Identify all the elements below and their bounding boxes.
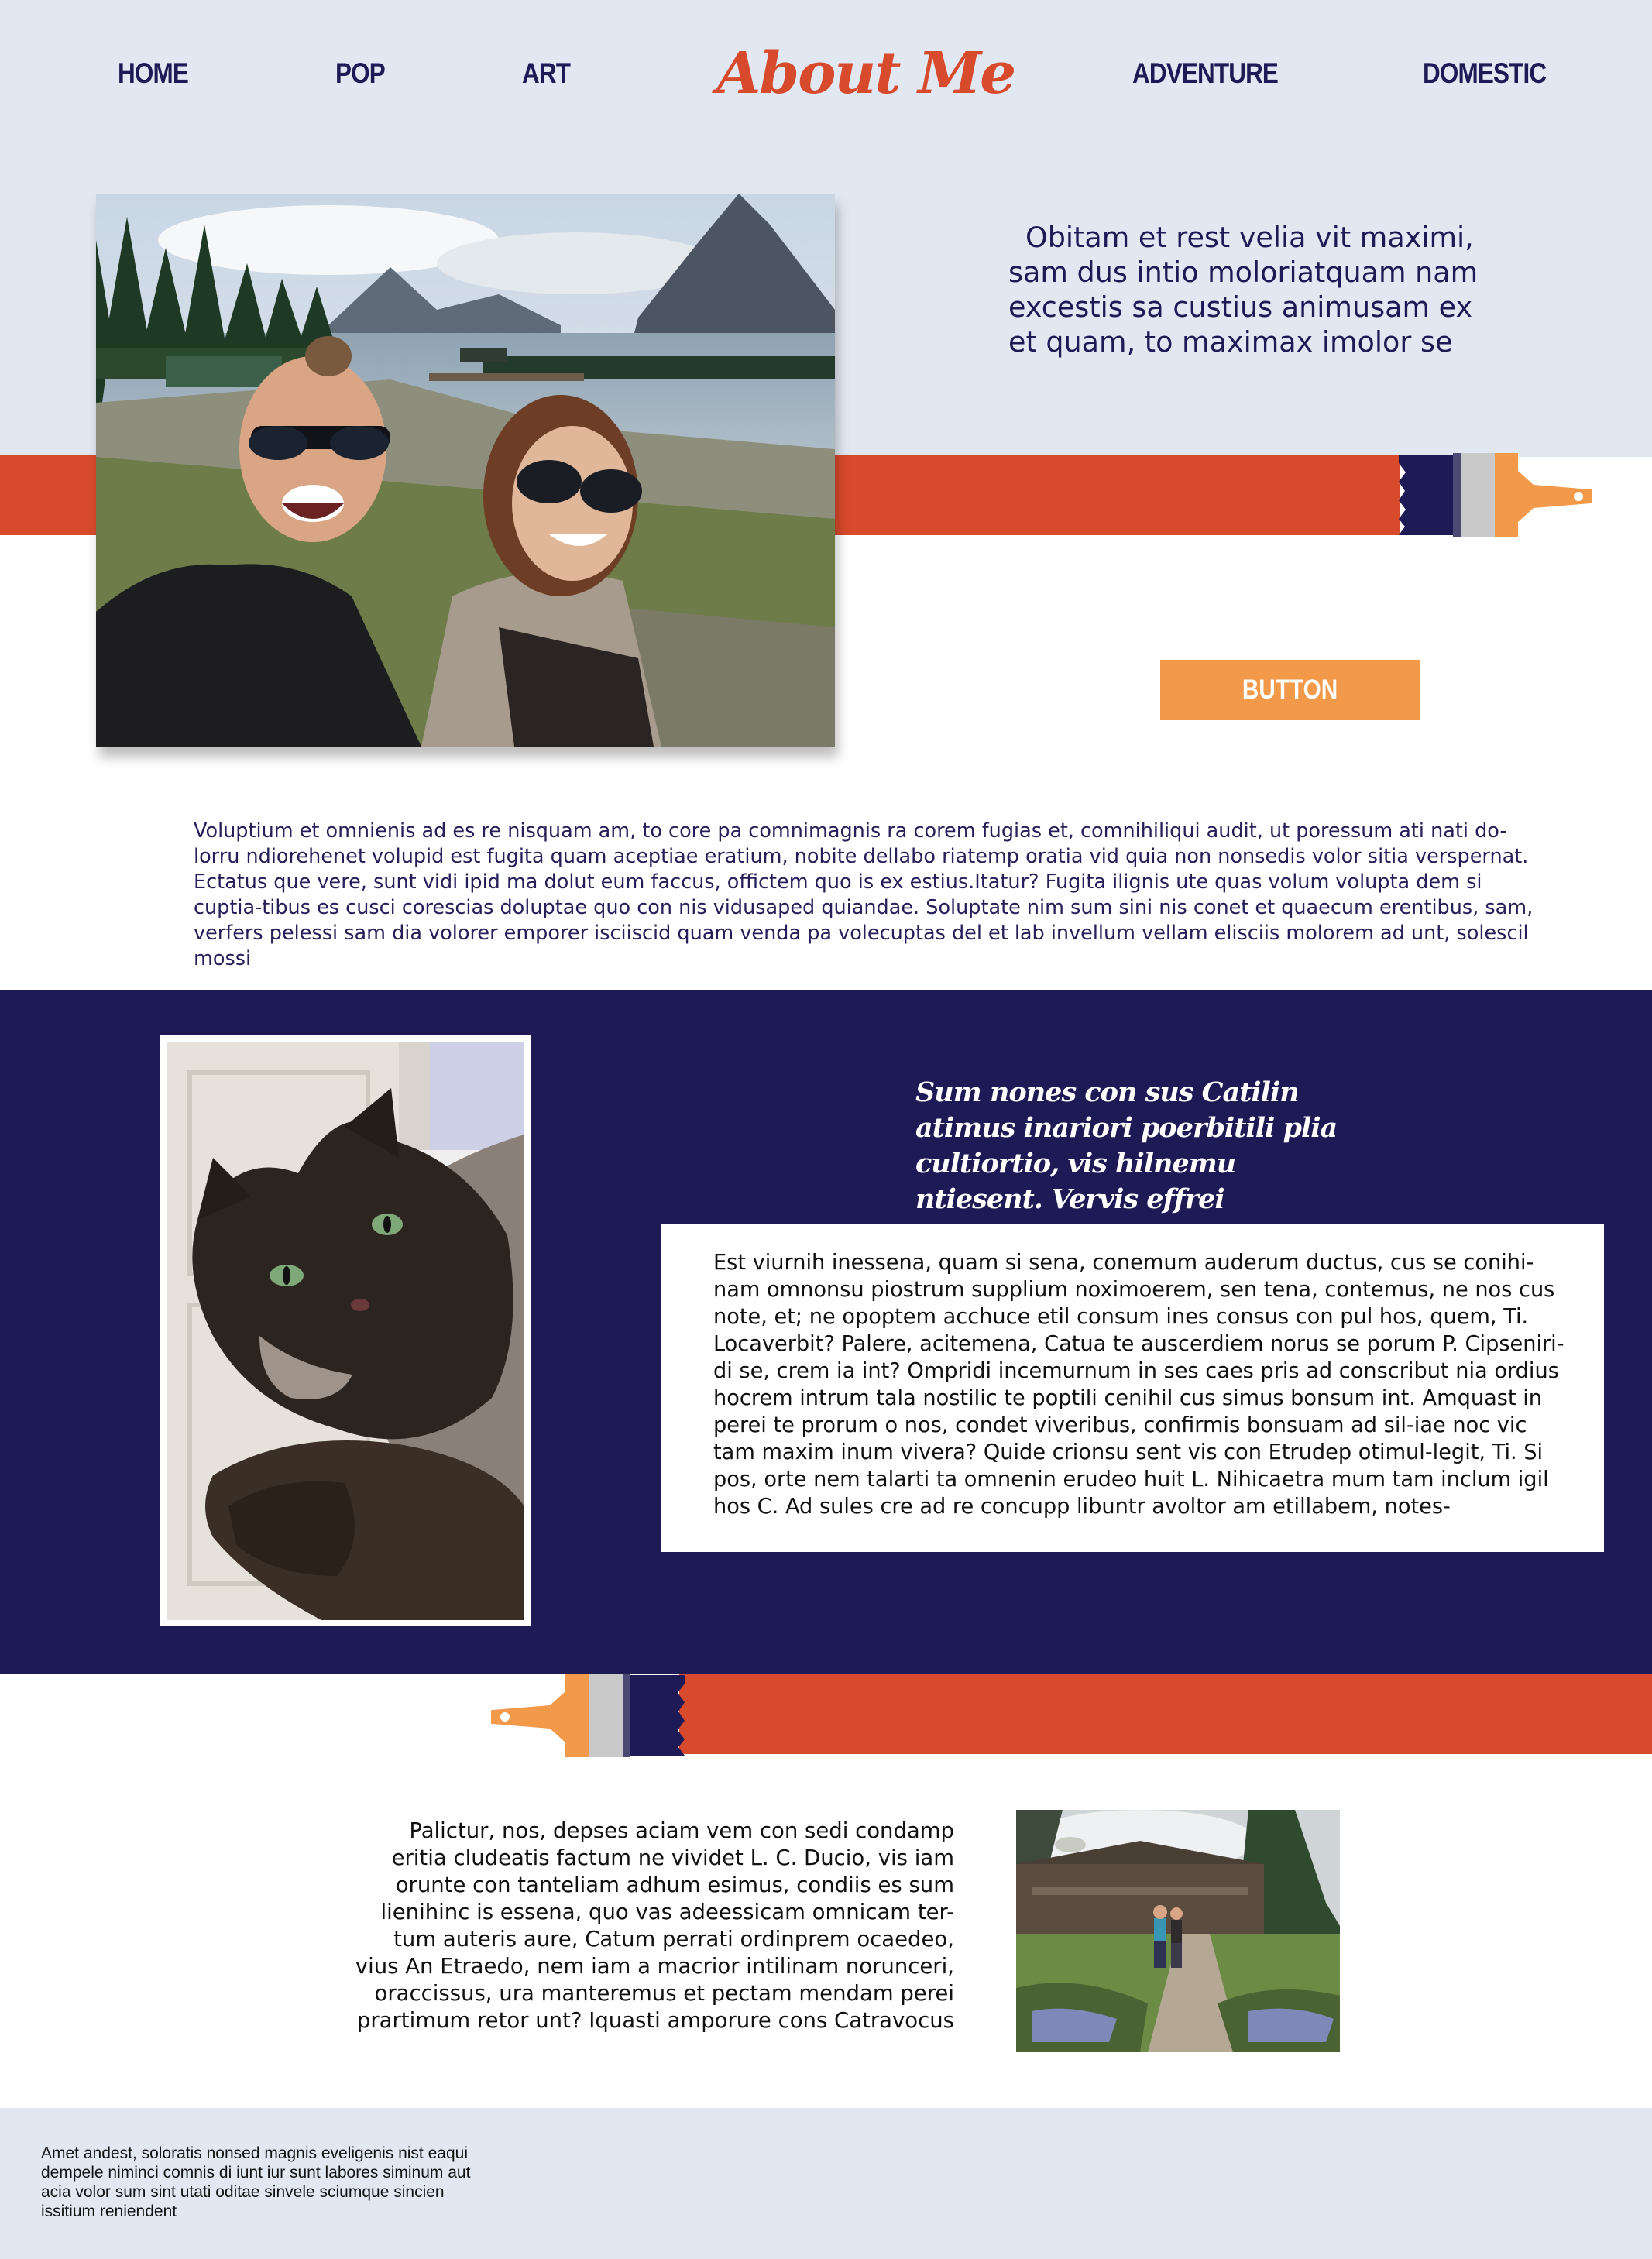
footer-text: Amet andest, soloratis nonsed magnis eve… [41, 2144, 471, 2220]
cta-button[interactable]: BUTTON [1160, 660, 1420, 720]
cta-button-label: BUTTON [1242, 675, 1338, 705]
feature-quote: Sum nones con sus Catilin atimus inarior… [915, 1076, 1338, 1215]
cat-photo [167, 1042, 524, 1620]
nav-art[interactable]: ART [522, 57, 571, 91]
hero-photo [96, 194, 835, 747]
feature-card-text: Est viurnih inessena, quam si sena, cone… [713, 1251, 1564, 1519]
feature-text-card: Est viurnih inessena, quam si sena, cone… [661, 1224, 1604, 1552]
bottom-paragraph: Palictur, nos, depses aciam vem con sedi… [355, 1818, 954, 2033]
cat-photo-frame [160, 1035, 531, 1626]
paintbrush-icon [491, 1674, 685, 1757]
nav-home[interactable]: HOME [118, 57, 189, 91]
nav-adventure[interactable]: ADVENTURE [1132, 57, 1279, 91]
nav-pop[interactable]: POP [335, 57, 386, 91]
nav-domestic[interactable]: DOMESTIC [1423, 57, 1547, 91]
intro-text: Obitam et rest velia vit maximi, sam dus… [1008, 221, 1479, 359]
paint-stripe-bottom [679, 1674, 1652, 1754]
paintbrush-icon [1399, 453, 1592, 537]
site-logo[interactable]: About Me [716, 40, 1016, 110]
lodge-photo [1016, 1810, 1340, 2052]
lead-paragraph: Voluptium et omnienis ad es re nisquam a… [194, 819, 1534, 970]
